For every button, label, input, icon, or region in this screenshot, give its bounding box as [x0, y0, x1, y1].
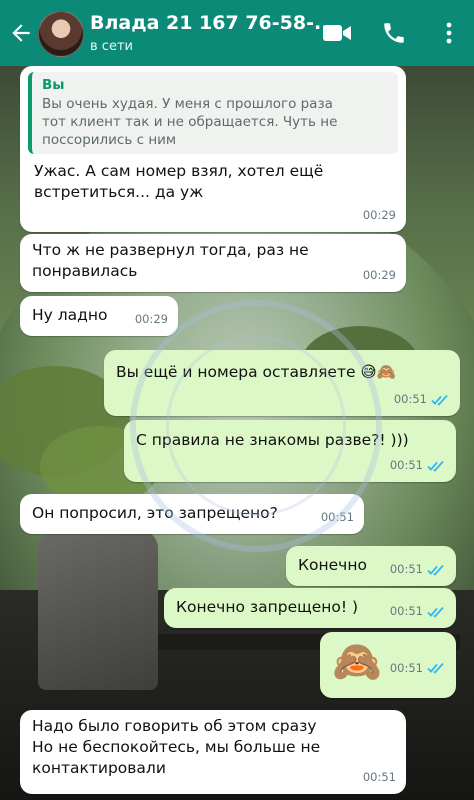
- message-time: 00:51: [362, 770, 396, 784]
- contact-status: в сети: [90, 39, 133, 54]
- read-receipt-icon: [431, 394, 448, 406]
- message-text: Ужас. А сам номер взял, хотел ещё встрет…: [34, 162, 324, 201]
- contact-name[interactable]: Влада 21 167 76-58-...: [90, 12, 336, 34]
- back-arrow-icon[interactable]: [8, 20, 34, 46]
- phone-icon[interactable]: [381, 20, 407, 46]
- message-bubble-incoming[interactable]: Что ж не развернул тогда, раз не понрави…: [20, 234, 406, 292]
- message-bubble-outgoing[interactable]: Конечно запрещено! ) 00:51: [164, 588, 456, 628]
- more-vert-icon[interactable]: [444, 20, 454, 46]
- read-receipt-icon: [427, 564, 444, 576]
- contact-avatar[interactable]: [38, 11, 84, 57]
- quoted-text: Вы очень худая. У меня с прошлого раза т…: [42, 96, 338, 148]
- message-bubble-outgoing[interactable]: С правила не знакомы разве?! ))) 00:51: [124, 420, 456, 482]
- message-bubble-outgoing[interactable]: Вы ещё и номера оставляете 😅🙈 00:51: [104, 350, 460, 416]
- message-time: 00:51: [389, 661, 423, 675]
- message-bubble-outgoing[interactable]: 🙈 00:51: [320, 632, 456, 698]
- read-receipt-icon: [427, 460, 444, 472]
- chat-header: Влада 21 167 76-58-... в сети: [0, 0, 474, 66]
- message-time: 00:29: [362, 208, 396, 222]
- message-text: Вы ещё и номера оставляете 😅🙈: [116, 363, 396, 381]
- message-bubble-incoming[interactable]: Ну ладно 00:29: [20, 296, 178, 336]
- message-time: 00:51: [389, 562, 423, 576]
- message-bubble-outgoing[interactable]: Конечно 00:51: [286, 546, 456, 586]
- message-time: 00:51: [389, 458, 423, 472]
- message-time: 00:51: [393, 392, 427, 406]
- message-text: С правила не знакомы разве?! ))): [136, 431, 409, 449]
- read-receipt-icon: [427, 606, 444, 618]
- read-receipt-icon: [427, 662, 444, 674]
- message-text: Надо было говорить об этом сразу Но не б…: [32, 717, 321, 777]
- message-bubble-incoming[interactable]: Надо было говорить об этом сразу Но не б…: [20, 710, 406, 794]
- message-text: Что ж не развернул тогда, раз не понрави…: [32, 241, 309, 280]
- message-time: 00:51: [320, 510, 354, 524]
- message-time: 00:29: [134, 312, 168, 326]
- message-bubble-incoming[interactable]: Он попросил, это запрещено? 00:51: [20, 494, 364, 534]
- quoted-author: Вы: [42, 77, 65, 93]
- video-call-icon[interactable]: [322, 22, 352, 44]
- message-time: 00:29: [362, 268, 396, 282]
- quoted-reply[interactable]: Вы Вы очень худая. У меня с прошлого раз…: [28, 72, 398, 154]
- message-text: Он попросил, это запрещено?: [32, 504, 278, 522]
- message-bubble-incoming[interactable]: Вы Вы очень худая. У меня с прошлого раз…: [20, 66, 406, 232]
- message-time: 00:51: [389, 604, 423, 618]
